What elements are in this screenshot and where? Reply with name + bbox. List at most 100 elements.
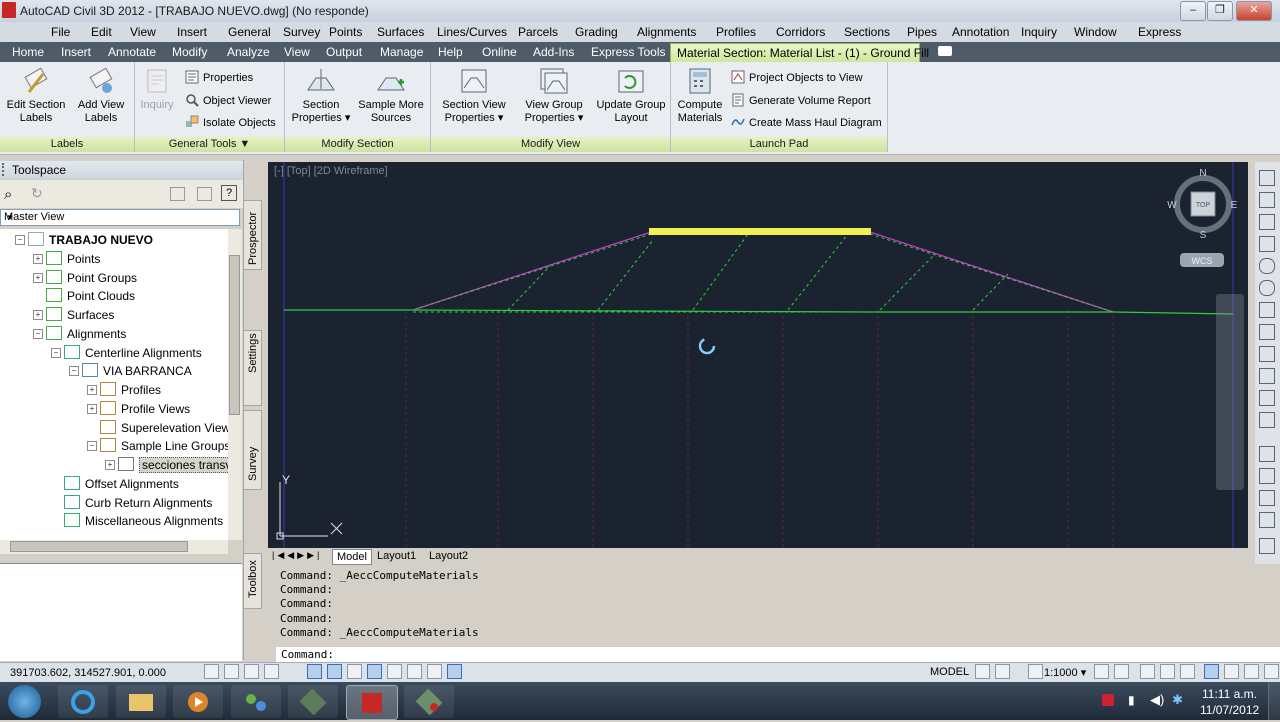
tab-insert[interactable]: Insert	[61, 45, 91, 59]
tool-icon-11[interactable]	[1259, 390, 1275, 406]
tree-item[interactable]: VIA BARRANCA	[82, 362, 192, 380]
tree-expander-icon[interactable]: +	[33, 272, 43, 283]
tree-item[interactable]: Surfaces	[46, 306, 114, 324]
object-snap-toggle[interactable]	[327, 664, 342, 679]
menu-insert[interactable]: Insert	[177, 25, 207, 39]
tray-app-icon[interactable]: ✱	[1172, 692, 1183, 708]
tree-expander-icon[interactable]: −	[51, 347, 61, 358]
taskbar-app4-icon[interactable]	[231, 685, 281, 718]
clock-time[interactable]: 11:11 a.m.	[1202, 687, 1257, 701]
tray-security-icon[interactable]	[1102, 694, 1114, 706]
object-viewer-button[interactable]: Object Viewer	[185, 93, 271, 107]
tree-expander-icon[interactable]: +	[87, 385, 97, 395]
transparency-toggle[interactable]	[447, 664, 462, 679]
tree-expander-icon[interactable]: +	[33, 253, 43, 264]
3d-object-snap-toggle[interactable]	[347, 664, 362, 679]
show-desktop-button[interactable]	[1268, 682, 1280, 720]
tool-icon-15[interactable]	[1259, 490, 1275, 506]
view-group-properties-button[interactable]: View Group Properties ▾	[519, 66, 589, 125]
menu-lines-curves[interactable]: Lines/Curves	[437, 25, 507, 39]
snap-mode-toggle[interactable]	[224, 664, 239, 679]
tab-annotate[interactable]: Annotate	[108, 45, 156, 59]
tool-icon-3[interactable]	[1259, 214, 1275, 230]
chevron-down-icon[interactable]: ▼	[4, 211, 16, 224]
tab-modify[interactable]: Modify	[172, 45, 207, 59]
tab-manage[interactable]: Manage	[380, 45, 423, 59]
tool-icon-13[interactable]	[1259, 446, 1275, 462]
grid-display-toggle[interactable]	[244, 664, 259, 679]
compute-materials-button[interactable]: Compute Materials	[673, 66, 727, 125]
tab-material-section[interactable]: Material Section: Material List - (1) - …	[670, 43, 929, 63]
tree-expander-icon[interactable]: +	[87, 403, 97, 414]
search-icon[interactable]: ⌕	[4, 186, 12, 203]
dynamic-ucs-toggle[interactable]	[387, 664, 402, 679]
tree-item[interactable]: secciones transver...	[118, 456, 228, 474]
tree-item[interactable]: Points	[46, 250, 100, 268]
menu-alignments[interactable]: Alignments	[637, 25, 696, 39]
tab-prospector[interactable]: Prospector	[243, 200, 262, 270]
workspace-switching-icon[interactable]	[1140, 664, 1155, 679]
quick-view-layouts-icon[interactable]	[975, 664, 990, 679]
menu-pipes[interactable]: Pipes	[907, 25, 937, 39]
taskbar-app5-icon[interactable]	[288, 685, 338, 718]
viewcube[interactable]: TOP N S E W WCS	[1167, 168, 1238, 267]
tree-item[interactable]: Sample Line Groups	[100, 437, 228, 455]
add-view-labels-button[interactable]: Add View Labels	[72, 66, 130, 125]
auto-scale-icon[interactable]	[1114, 664, 1129, 679]
minimize-button[interactable]: –	[1180, 1, 1206, 21]
ortho-mode-toggle[interactable]	[264, 664, 279, 679]
tree-vertical-scrollbar[interactable]	[228, 229, 242, 540]
tree-item[interactable]: Profile Views	[100, 400, 190, 418]
hscroll-thumb[interactable]	[10, 541, 188, 552]
annotation-scale-icon[interactable]	[1028, 664, 1043, 679]
clean-screen-icon[interactable]	[1264, 664, 1279, 679]
tree-item[interactable]: Point Clouds	[46, 287, 135, 305]
tool-icon-10[interactable]	[1259, 368, 1275, 384]
taskbar-app7-icon[interactable]	[404, 685, 454, 718]
autocad-logo-icon[interactable]	[2, 2, 16, 18]
menu-general[interactable]: General	[228, 25, 271, 39]
quick-view-drawings-icon[interactable]	[995, 664, 1010, 679]
tree-expander-icon[interactable]: −	[33, 328, 43, 339]
infer-constraints-toggle[interactable]	[204, 664, 219, 679]
start-button-icon[interactable]	[8, 685, 41, 718]
tab-help[interactable]: Help	[438, 45, 463, 59]
menu-survey[interactable]: Survey	[283, 25, 320, 39]
layout-nav-arrows-icon[interactable]: |◀◀▶▶|	[272, 550, 322, 561]
annotation-visibility-icon[interactable]	[1094, 664, 1109, 679]
lightbulb-icon[interactable]	[1224, 664, 1239, 679]
tab-add-ins[interactable]: Add-Ins	[533, 45, 574, 59]
menu-profiles[interactable]: Profiles	[716, 25, 756, 39]
maximize-button[interactable]: ❐	[1207, 1, 1233, 21]
toggle-item-view-icon[interactable]	[170, 187, 185, 201]
tab-online[interactable]: Online	[482, 45, 517, 59]
tree-item[interactable]: Miscellaneous Alignments	[64, 512, 223, 530]
tool-icon-16[interactable]	[1259, 512, 1275, 528]
tab-toolbox[interactable]: Toolbox	[243, 553, 262, 609]
compass-n[interactable]: N	[1199, 168, 1206, 179]
tree-item[interactable]: TRABAJO NUEVO	[28, 231, 153, 249]
tab-survey[interactable]: Survey	[243, 410, 262, 490]
tool-icon-6[interactable]	[1259, 280, 1275, 296]
toggle-preview-icon[interactable]	[197, 187, 212, 201]
tray-volume-icon[interactable]: ◀)	[1150, 692, 1164, 708]
annotation-scale-selector[interactable]: 1:1000 ▾	[1044, 666, 1086, 679]
mass-haul-button[interactable]: Create Mass Haul Diagram	[731, 115, 882, 129]
isolate-objects-button[interactable]: Isolate Objects	[185, 115, 276, 129]
isolate-objects-status-icon[interactable]	[1204, 664, 1219, 679]
tool-icon-4[interactable]	[1259, 236, 1275, 252]
tree-expander-icon[interactable]: −	[69, 366, 79, 377]
drawing-canvas[interactable]: Y TOP N S E W WCS	[268, 162, 1248, 548]
tree-expander-icon[interactable]: −	[87, 441, 97, 452]
update-group-layout-button[interactable]: Update Group Layout	[595, 66, 667, 125]
panel-general-tools-title[interactable]: General Tools ▼	[135, 137, 284, 152]
properties-button[interactable]: Properties	[185, 70, 253, 84]
command-input[interactable]: Command:	[276, 647, 1280, 663]
menu-express[interactable]: Express	[1138, 25, 1181, 39]
menu-surfaces[interactable]: Surfaces	[377, 25, 424, 39]
project-objects-button[interactable]: Project Objects to View	[731, 70, 863, 84]
view-selector[interactable]: Master View ▼	[0, 209, 240, 226]
tree-item[interactable]: Curb Return Alignments	[64, 494, 212, 512]
tab-analyze[interactable]: Analyze	[227, 45, 270, 59]
taskbar-media-icon[interactable]	[173, 685, 223, 718]
